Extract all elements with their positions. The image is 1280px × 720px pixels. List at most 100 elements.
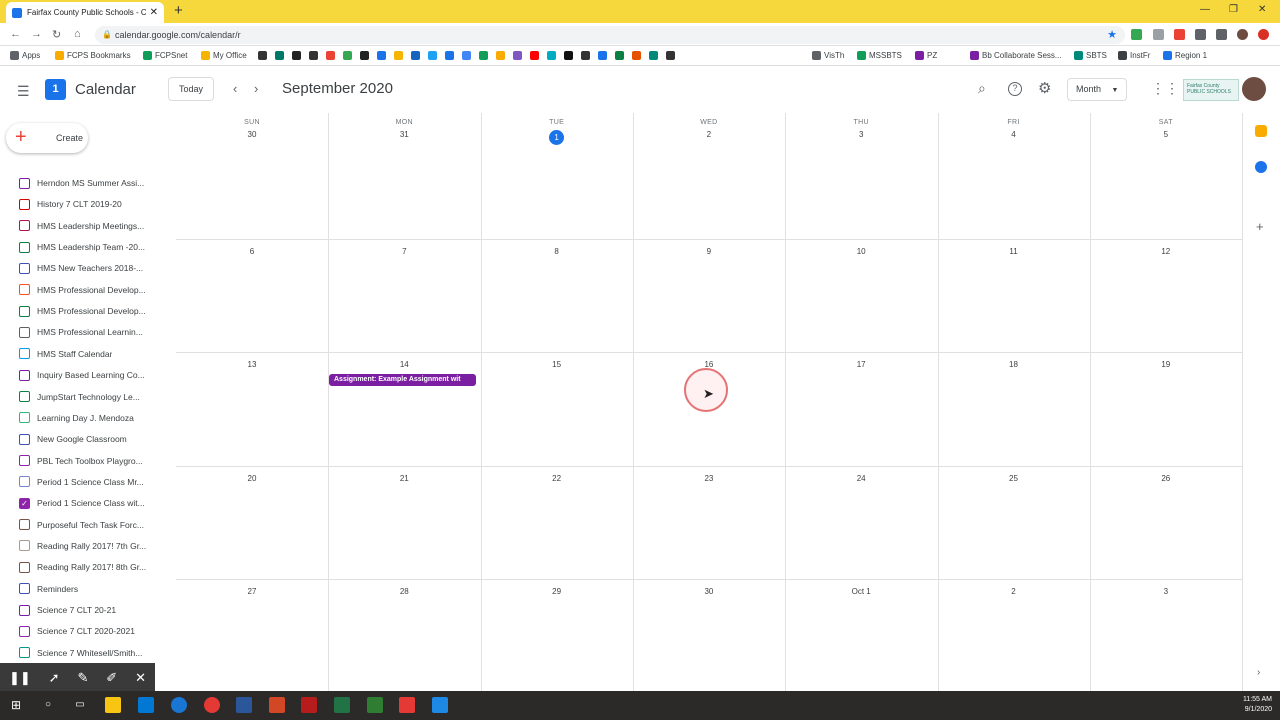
calendar-list-item[interactable]: PBL Tech Toolbox Playgro...	[19, 451, 169, 471]
bookmark-icon[interactable]	[462, 51, 471, 60]
bookmark-item[interactable]: Apps	[10, 51, 40, 60]
day-number[interactable]: 21	[328, 474, 480, 483]
edge-icon[interactable]	[171, 697, 187, 713]
minimize-icon[interactable]: —	[1200, 4, 1210, 15]
word-icon[interactable]	[236, 697, 252, 713]
task-view-icon[interactable]: ▭	[72, 697, 88, 713]
calendar-checkbox[interactable]	[19, 369, 30, 381]
calendar-list-item[interactable]: HMS Professional Develop...	[19, 301, 169, 321]
view-selector[interactable]: Month ▼	[1067, 78, 1127, 101]
extension-icon[interactable]	[1131, 29, 1142, 40]
day-number[interactable]: 24	[785, 474, 937, 483]
day-number[interactable]: 11	[938, 247, 1090, 256]
day-number[interactable]: 12	[1090, 247, 1242, 256]
menu-lines-icon[interactable]	[1216, 29, 1227, 40]
bookmark-item[interactable]: Bb Collaborate Sess...	[970, 51, 1062, 60]
calendar-list-item[interactable]: New Google Classroom	[19, 429, 169, 449]
bookmark-item[interactable]: Region 1	[1163, 51, 1207, 60]
day-number[interactable]: 10	[785, 247, 937, 256]
expand-panel-icon[interactable]: ›	[1257, 667, 1260, 678]
day-number[interactable]: 30	[176, 130, 328, 139]
bookmark-icon[interactable]	[547, 51, 556, 60]
calendar-list-item[interactable]: History 7 CLT 2019-20	[19, 194, 169, 214]
excel-icon[interactable]	[334, 697, 350, 713]
day-number[interactable]: Oct 1	[785, 587, 937, 596]
add-addon-icon[interactable]: +	[1256, 219, 1264, 234]
bookmark-icon[interactable]	[275, 51, 284, 60]
close-tab-icon[interactable]: ✕	[150, 7, 158, 18]
calendar-checkbox[interactable]	[19, 198, 30, 210]
bookmark-icon[interactable]	[309, 51, 318, 60]
calendar-checkbox[interactable]	[19, 455, 30, 467]
calendar-checkbox[interactable]	[19, 433, 30, 445]
profile-icon[interactable]	[1237, 29, 1248, 40]
calendar-list-item[interactable]: Reminders	[19, 579, 169, 599]
home-icon[interactable]: ⌂	[74, 28, 81, 40]
event-chip[interactable]: Assignment: Example Assignment wit	[329, 374, 476, 386]
day-number[interactable]: 5	[1090, 130, 1242, 139]
calendar-checkbox[interactable]	[19, 604, 30, 616]
calendar-list-item[interactable]: JumpStart Technology Le...	[19, 387, 169, 407]
day-number[interactable]: 13	[176, 360, 328, 369]
calendar-checkbox[interactable]	[19, 262, 30, 274]
help-icon[interactable]: ?	[1008, 82, 1022, 96]
url-bar[interactable]: 🔒 calendar.google.com/calendar/r ★	[95, 26, 1125, 44]
bookmark-icon[interactable]	[411, 51, 420, 60]
calendar-list-item[interactable]: ✓ Period 1 Science Class wit...	[19, 493, 169, 513]
chrome-menu-icon[interactable]	[1258, 29, 1269, 40]
outlook-icon[interactable]	[138, 697, 154, 713]
calendar-list-item[interactable]: HMS Leadership Meetings...	[19, 216, 169, 236]
bookmark-icon[interactable]	[360, 51, 369, 60]
next-month-button[interactable]: ›	[254, 81, 258, 96]
calendar-list-item[interactable]: Period 1 Science Class Mr...	[19, 472, 169, 492]
bookmark-item[interactable]: VisTh	[812, 51, 844, 60]
day-number[interactable]: 8	[481, 247, 633, 256]
calendar-checkbox[interactable]	[19, 476, 30, 488]
tasks-icon[interactable]	[1255, 161, 1267, 173]
bookmark-item[interactable]: PZ	[915, 51, 937, 60]
today-button[interactable]: Today	[168, 77, 214, 101]
keep-icon[interactable]	[1255, 125, 1267, 137]
day-number[interactable]: 27	[176, 587, 328, 596]
calendar-checkbox[interactable]	[19, 391, 30, 402]
calendar-list-item[interactable]: Science 7 CLT 2020-2021	[19, 621, 169, 641]
day-number[interactable]: 4	[938, 130, 1090, 139]
day-number[interactable]: 3	[1090, 587, 1242, 596]
day-number[interactable]: 15	[481, 360, 633, 369]
calendar-list-item[interactable]: Science 7 Whitesell/Smith...	[19, 643, 169, 663]
day-number[interactable]: 2	[938, 587, 1090, 596]
calendar-list-item[interactable]: Science 7 CLT 20-21	[19, 600, 169, 620]
day-number[interactable]: 18	[938, 360, 1090, 369]
bookmark-icon[interactable]	[564, 51, 573, 60]
day-number[interactable]: 20	[176, 474, 328, 483]
day-number[interactable]: 19	[1090, 360, 1242, 369]
bookmark-icon[interactable]	[649, 51, 658, 60]
calendar-checkbox[interactable]	[19, 647, 30, 659]
calendar-checkbox[interactable]: ✓	[19, 497, 30, 509]
calendar-list-item[interactable]: HMS Professional Learnin...	[19, 322, 169, 342]
powerpoint-icon[interactable]	[269, 697, 285, 713]
calendar-checkbox[interactable]	[19, 305, 30, 317]
day-number[interactable]: 2	[633, 130, 785, 139]
day-number[interactable]: 29	[481, 587, 633, 596]
bookmark-icon[interactable]	[292, 51, 301, 60]
app-icon[interactable]	[367, 697, 383, 713]
snagit-icon[interactable]	[399, 697, 415, 713]
pointer-tool-icon[interactable]: ➚	[49, 670, 60, 686]
calendar-checkbox[interactable]	[19, 625, 30, 637]
pen-tool-icon[interactable]: ✎	[77, 670, 88, 686]
bookmark-icon[interactable]	[445, 51, 454, 60]
gmail-icon[interactable]	[326, 51, 335, 60]
bookmark-icon[interactable]	[496, 51, 505, 60]
highlighter-tool-icon[interactable]: ✐	[106, 670, 117, 686]
calendar-list-item[interactable]: HMS Leadership Team -20...	[19, 237, 169, 257]
close-icon[interactable]: ✕	[135, 670, 146, 686]
youtube-icon[interactable]	[530, 51, 539, 60]
bookmark-item[interactable]: InstFr	[1118, 51, 1150, 60]
bookmark-item[interactable]: SBTS	[1074, 51, 1107, 60]
bookmark-icon[interactable]	[479, 51, 488, 60]
calendar-checkbox[interactable]	[19, 348, 30, 360]
avatar[interactable]	[1242, 77, 1266, 101]
calendar-checkbox[interactable]	[19, 519, 30, 531]
bookmark-icon[interactable]	[632, 51, 641, 60]
